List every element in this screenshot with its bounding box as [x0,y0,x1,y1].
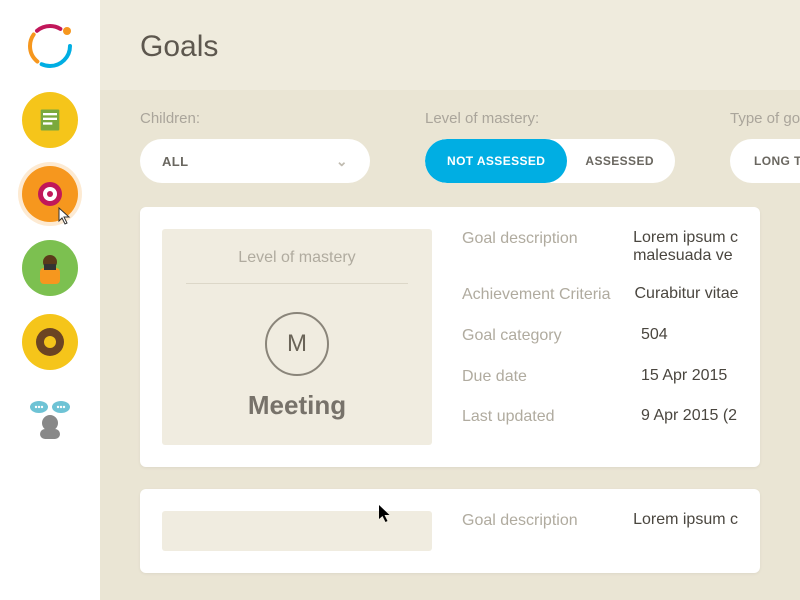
goal-details: Goal description Lorem ipsum c [462,511,738,551]
detail-key: Goal description [462,229,609,265]
nav-donut-icon[interactable] [22,314,78,370]
seg-not-assessed[interactable]: NOT ASSESSED [425,139,567,183]
filter-goaltype: Type of goa LONG TERM [730,110,800,183]
detail-row: Due date 15 Apr 2015 [462,367,738,388]
detail-key: Achievement Criteria [462,285,611,306]
filter-goaltype-label: Type of goa [730,110,800,127]
children-dropdown[interactable]: ALL ⌄ [140,139,370,183]
nav-book-icon[interactable] [22,92,78,148]
filter-children: Children: ALL ⌄ [140,110,370,183]
detail-key: Due date [462,367,617,388]
detail-row: Last updated 9 Apr 2015 (2 [462,407,738,428]
nav-target-icon[interactable] [22,166,78,222]
mastery-segmented: NOT ASSESSED ASSESSED [425,139,675,183]
detail-row: Goal category 504 [462,326,738,347]
detail-row: Goal description Lorem ipsum c [462,511,738,532]
children-dropdown-value: ALL [162,154,188,169]
detail-val: 9 Apr 2015 (2 [641,407,737,428]
page-title: Goals [140,30,800,64]
detail-key: Goal description [462,511,609,532]
detail-val: Lorem ipsum c malesuada ve [633,229,738,265]
detail-key: Last updated [462,407,617,428]
goal-card: Level of mastery M Meeting Goal descript… [140,207,760,467]
chevron-down-icon: ⌄ [336,153,348,170]
app-logo [22,18,78,74]
goal-details: Goal description Lorem ipsum c malesuada… [462,229,738,445]
nav-chat-icon[interactable] [22,388,78,444]
mastery-heading: Level of mastery [186,249,408,284]
detail-row: Goal description Lorem ipsum c malesuada… [462,229,738,265]
main-content: Goals Children: ALL ⌄ Level of mastery: … [100,0,800,600]
mastery-tile [162,511,432,551]
mastery-tile: Level of mastery M Meeting [162,229,432,445]
nav-profile-icon[interactable] [22,240,78,296]
filter-children-label: Children: [140,110,370,127]
filter-mastery: Level of mastery: NOT ASSESSED ASSESSED [425,110,675,183]
mastery-circle: M [265,312,329,376]
filter-bar: Children: ALL ⌄ Level of mastery: NOT AS… [100,90,800,207]
mastery-label: Meeting [186,390,408,421]
page-header: Goals [100,0,800,90]
detail-key: Goal category [462,326,617,347]
detail-val: Lorem ipsum c [633,511,738,532]
goal-card: Goal description Lorem ipsum c [140,489,760,573]
seg-assessed[interactable]: ASSESSED [567,139,672,183]
detail-val: Curabitur vitae [635,285,739,306]
detail-val: 504 [641,326,668,347]
detail-row: Achievement Criteria Curabitur vitae [462,285,738,306]
goaltype-button[interactable]: LONG TERM [730,139,800,183]
goal-list: Level of mastery M Meeting Goal descript… [100,207,800,600]
filter-mastery-label: Level of mastery: [425,110,675,127]
sidebar [0,0,100,600]
detail-val: 15 Apr 2015 [641,367,727,388]
